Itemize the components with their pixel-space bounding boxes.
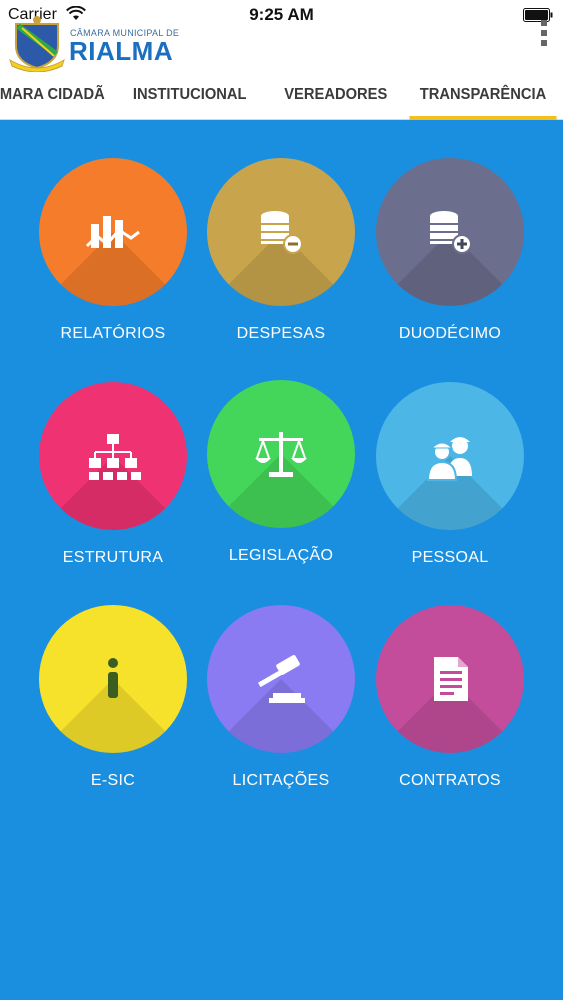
tile-legislacao[interactable]: LEGISLAÇÃO bbox=[196, 380, 366, 580]
tab-transparencia[interactable]: TRANSPARÊNCIA bbox=[409, 76, 557, 120]
gavel-icon bbox=[258, 655, 305, 703]
tile-label: DESPESAS bbox=[236, 325, 326, 342]
logo-title: RIALMA bbox=[69, 36, 174, 66]
tile-pessoal[interactable]: PESSOAL bbox=[365, 382, 535, 582]
tile-circle bbox=[207, 380, 355, 528]
tile-contratos[interactable]: CONTRATOS bbox=[365, 605, 535, 805]
tile-circle bbox=[207, 605, 355, 753]
org-chart-icon bbox=[89, 434, 141, 480]
tile-circle bbox=[39, 382, 187, 530]
workers-icon bbox=[426, 437, 472, 481]
crest-icon bbox=[9, 16, 65, 72]
tile-circle bbox=[207, 158, 355, 306]
tile-e-sic[interactable]: E-SIC bbox=[28, 605, 198, 805]
app-header: Carrier 9:25 AM CÂMARA MUNICIPAL DE RIAL… bbox=[0, 0, 563, 120]
tile-relatorios[interactable]: RELATÓRIOS bbox=[28, 158, 198, 358]
coins-minus-icon bbox=[261, 211, 303, 254]
chart-report-icon bbox=[85, 216, 140, 248]
tile-label: RELATÓRIOS bbox=[60, 325, 166, 342]
tile-circle bbox=[376, 382, 524, 530]
coins-plus-icon bbox=[430, 211, 472, 254]
tab-camara-cidada[interactable]: MARA CIDADÃ bbox=[0, 76, 105, 120]
info-icon bbox=[108, 658, 118, 698]
tile-circle bbox=[39, 605, 187, 753]
scales-icon bbox=[255, 432, 307, 477]
overflow-menu-icon[interactable] bbox=[539, 20, 549, 50]
tile-label: ESTRUTURA bbox=[62, 549, 164, 566]
tile-label: DUODÉCIMO bbox=[398, 325, 502, 342]
logo: CÂMARA MUNICIPAL DE RIALMA bbox=[8, 16, 208, 72]
tile-label: PESSOAL bbox=[411, 549, 489, 566]
tile-label: LEGISLAÇÃO bbox=[228, 547, 334, 564]
tile-licitacoes[interactable]: LICITAÇÕES bbox=[196, 605, 366, 805]
tile-label: E-SIC bbox=[90, 772, 136, 789]
tile-despesas[interactable]: DESPESAS bbox=[196, 158, 366, 358]
tile-label: LICITAÇÕES bbox=[232, 772, 330, 789]
transparency-menu-grid: RELATÓRIOS DESPESAS DUODÉCIMO ESTRUTURA … bbox=[0, 120, 563, 1000]
tile-duodecimo[interactable]: DUODÉCIMO bbox=[365, 158, 535, 358]
tab-bar: MARA CIDADÃ INSTITUCIONAL VEREADORES TRA… bbox=[0, 76, 563, 120]
tile-estrutura[interactable]: ESTRUTURA bbox=[28, 382, 198, 582]
document-icon bbox=[434, 657, 468, 701]
tile-circle bbox=[376, 158, 524, 306]
tile-circle bbox=[376, 605, 524, 753]
tile-label: CONTRATOS bbox=[399, 772, 501, 789]
tab-vereadores[interactable]: VEREADORES bbox=[284, 76, 387, 120]
tab-institucional[interactable]: INSTITUCIONAL bbox=[133, 76, 247, 120]
tile-circle bbox=[39, 158, 187, 306]
